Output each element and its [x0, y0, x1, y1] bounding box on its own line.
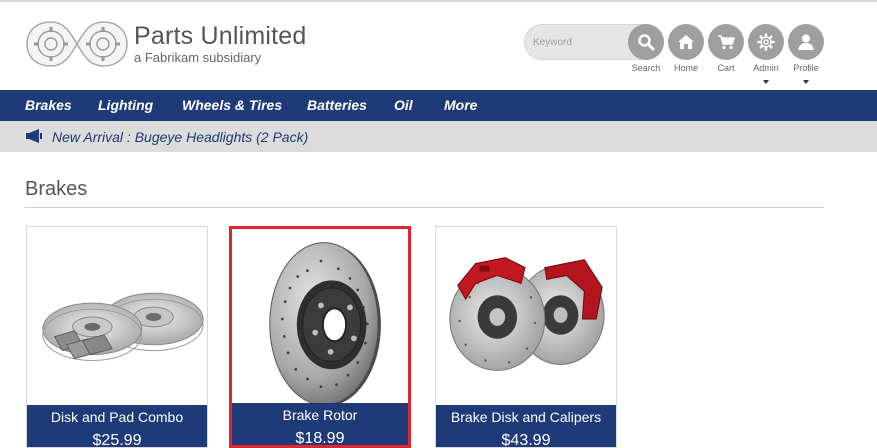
parts-unlimited-logo[interactable] [25, 18, 129, 70]
brand-subtitle: a Fabrikam subsidiary [134, 50, 262, 65]
disk-pad-combo-image [42, 292, 204, 362]
home-icon [678, 35, 694, 49]
search-button[interactable] [628, 24, 664, 60]
brake-rotor-image [269, 242, 381, 407]
section-divider [25, 207, 824, 208]
profile-button[interactable] [788, 24, 824, 60]
search-icon [638, 34, 655, 51]
product-card-brake-rotor[interactable]: Brake Rotor $18.99 [229, 226, 411, 448]
admin-dropdown-caret[interactable] [763, 80, 769, 84]
admin-button[interactable] [748, 24, 784, 60]
profile-label: Profile [793, 63, 819, 73]
gear-icon [757, 33, 775, 51]
product-card-brake-disk-calipers[interactable]: Brake Disk and Calipers $43.99 [435, 226, 617, 448]
product-card-disk-pad-combo[interactable]: Disk and Pad Combo $25.99 [26, 226, 208, 448]
category-nav: Brakes Lighting Wheels & Tires Batteries… [0, 90, 877, 121]
profile-dropdown-caret[interactable] [803, 80, 809, 84]
product-price: $43.99 [501, 432, 551, 448]
product-price: $18.99 [295, 430, 345, 447]
home-button[interactable] [668, 24, 704, 60]
nav-batteries[interactable]: Batteries [307, 97, 367, 113]
product-caption: Brake Rotor $18.99 [232, 403, 408, 445]
section-title: Brakes [25, 178, 88, 200]
cart-icon [718, 35, 735, 50]
search-input[interactable] [533, 34, 629, 50]
nav-oil[interactable]: Oil [394, 97, 413, 113]
site-header: Parts Unlimited a Fabrikam subsidiary Se… [0, 2, 877, 90]
megaphone-icon [26, 129, 42, 143]
product-name[interactable]: Brake Rotor [232, 407, 408, 424]
nav-wheels-tires[interactable]: Wheels & Tires [182, 97, 282, 113]
brand-title[interactable]: Parts Unlimited [134, 22, 307, 50]
nav-brakes[interactable]: Brakes [25, 97, 72, 113]
brand: Parts Unlimited a Fabrikam subsidiary [134, 22, 307, 66]
announcement-bar: New Arrival : Bugeye Headlights (2 Pack) [0, 121, 877, 152]
product-caption: Brake Disk and Calipers $43.99 [436, 405, 616, 447]
product-caption: Disk and Pad Combo $25.99 [27, 405, 207, 447]
product-name[interactable]: Disk and Pad Combo [27, 409, 207, 426]
user-icon [798, 34, 814, 50]
product-name[interactable]: Brake Disk and Calipers [436, 409, 616, 426]
brake-disk-calipers-image [449, 257, 605, 371]
product-price: $25.99 [92, 432, 142, 448]
nav-more[interactable]: More [444, 97, 477, 113]
nav-lighting[interactable]: Lighting [98, 97, 153, 113]
cart-button[interactable] [708, 24, 744, 60]
announcement-link[interactable]: New Arrival : Bugeye Headlights (2 Pack) [52, 129, 308, 145]
